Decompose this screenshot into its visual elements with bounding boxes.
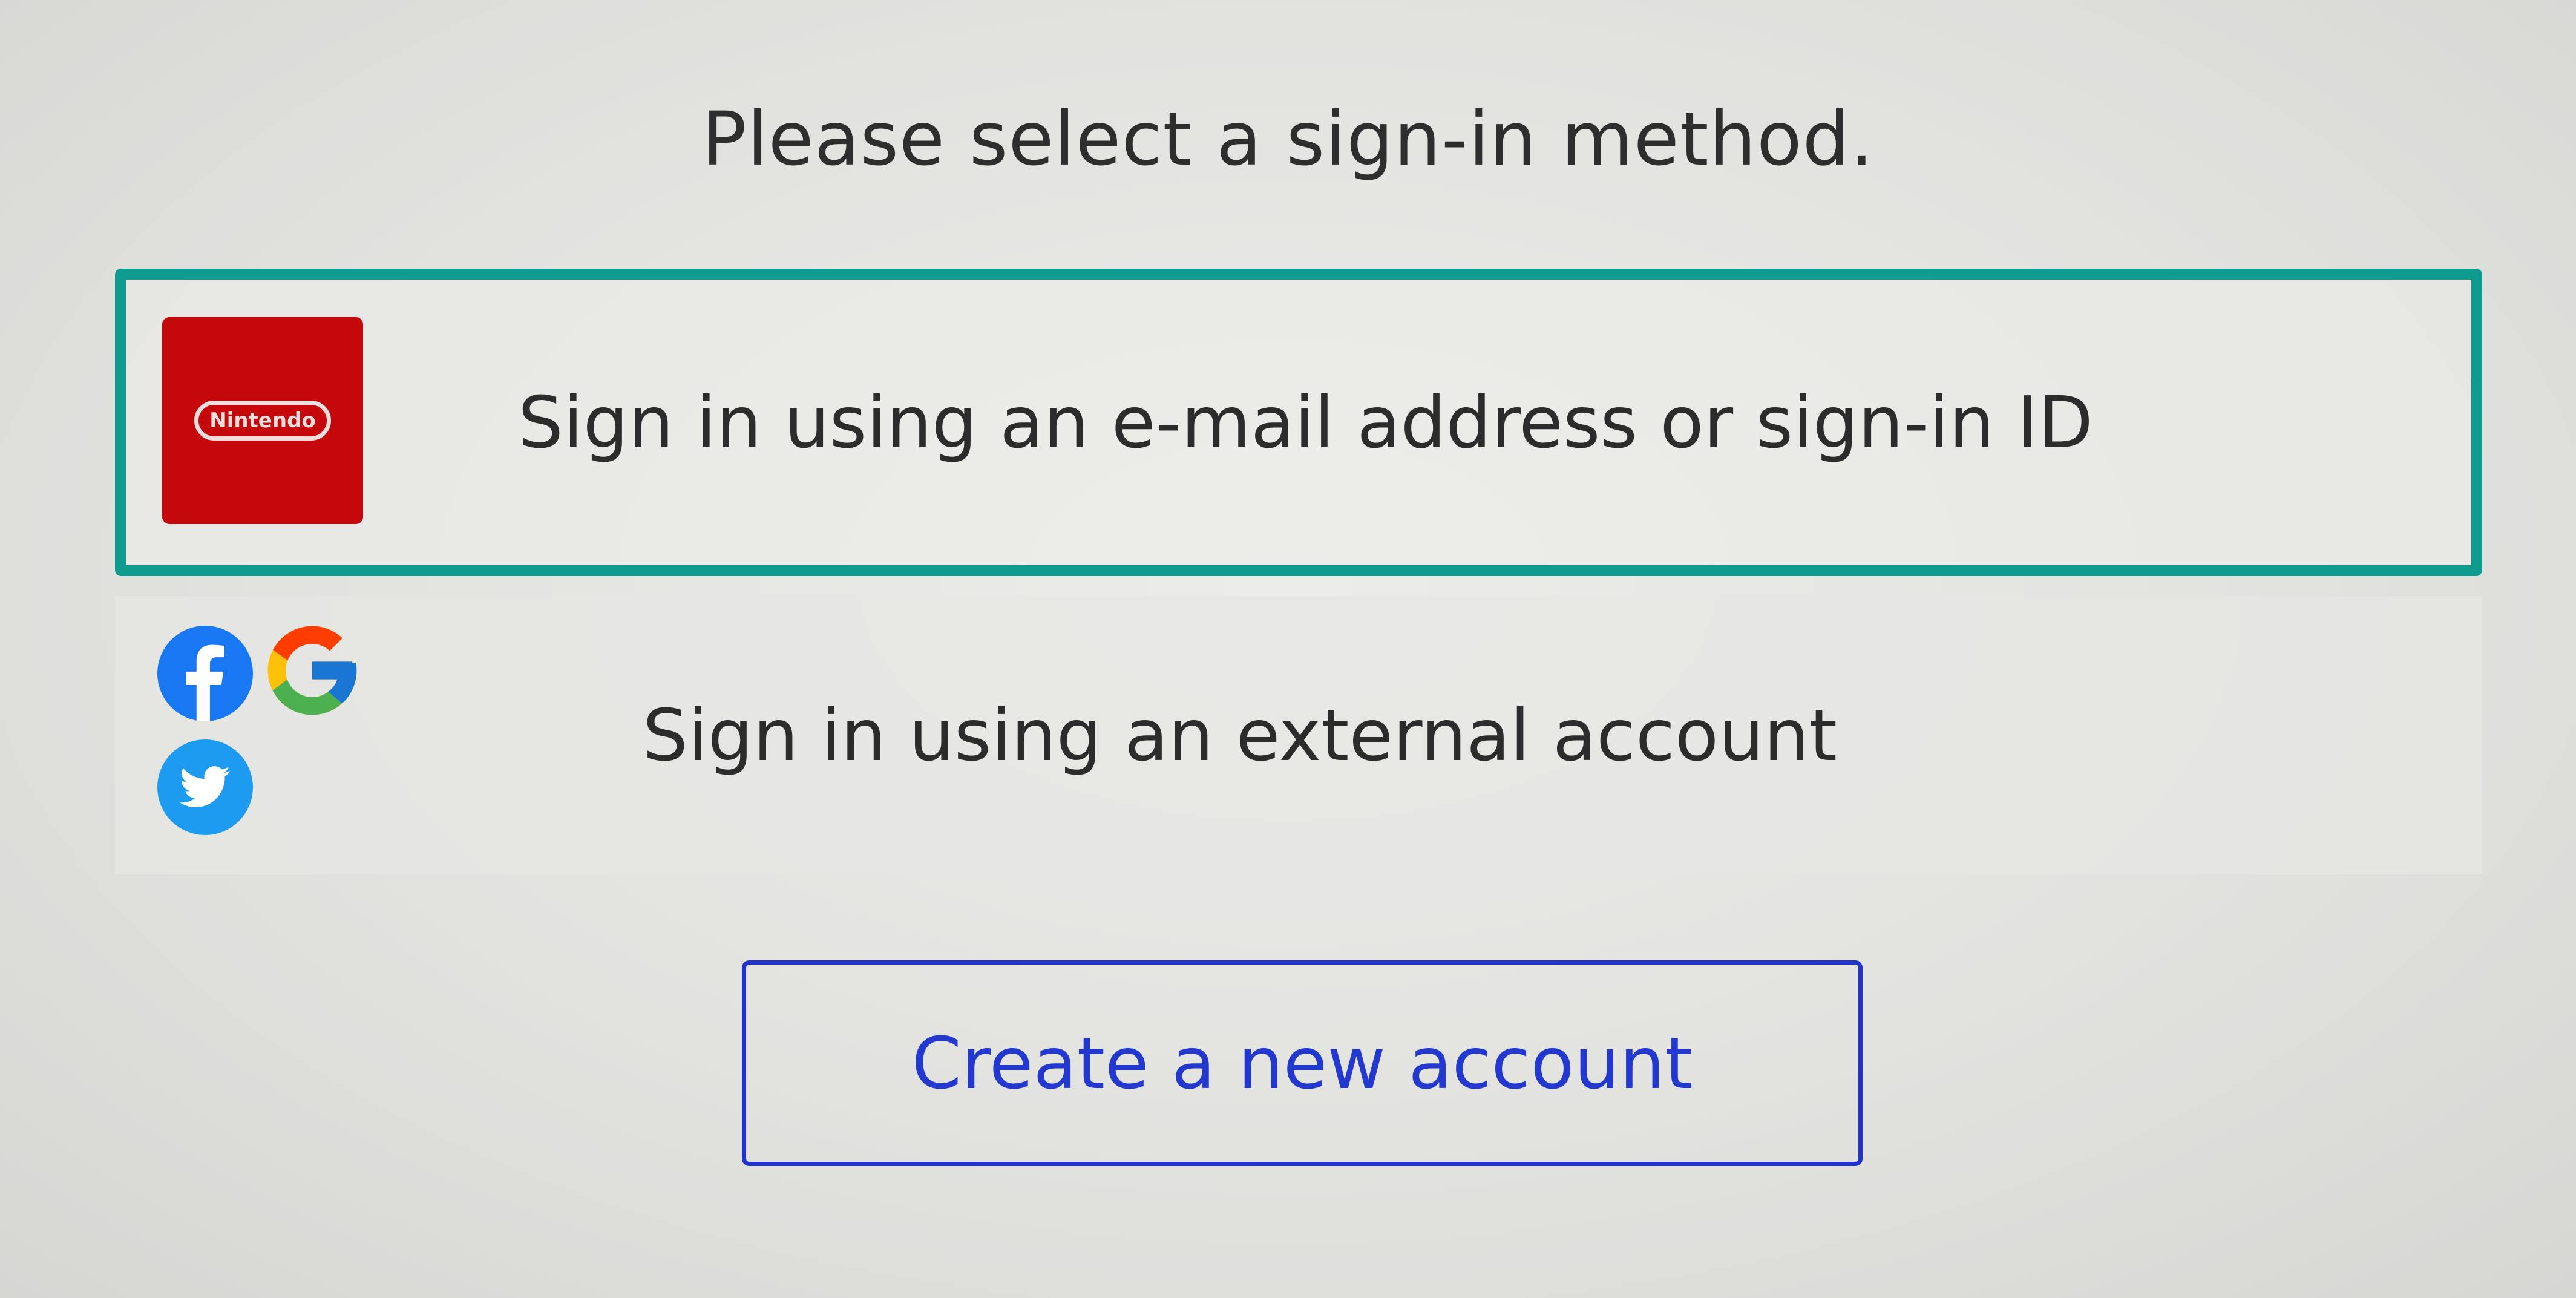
create-new-account-button[interactable]: Create a new account bbox=[742, 960, 1863, 1166]
nintendo-logo-text: Nintendo bbox=[194, 401, 331, 441]
external-account-sign-in-option[interactable]: Sign in using an external account bbox=[115, 596, 2482, 874]
sign-in-screen: Please select a sign-in method. Nintendo… bbox=[0, 0, 2576, 1298]
external-option-icon-area bbox=[117, 598, 359, 872]
email-sign-in-option[interactable]: Nintendo Sign in using an e-mail address… bbox=[115, 269, 2482, 576]
facebook-icon bbox=[157, 626, 253, 721]
page-title: Please select a sign-in method. bbox=[702, 96, 1874, 182]
email-option-icon-area: Nintendo bbox=[126, 280, 368, 565]
external-account-icons bbox=[157, 626, 363, 844]
nintendo-logo-icon: Nintendo bbox=[162, 317, 363, 524]
twitter-icon bbox=[157, 739, 253, 835]
external-account-sign-in-label: Sign in using an external account bbox=[643, 693, 1837, 777]
google-icon bbox=[267, 626, 357, 715]
email-sign-in-label: Sign in using an e-mail address or sign-… bbox=[518, 381, 2093, 464]
